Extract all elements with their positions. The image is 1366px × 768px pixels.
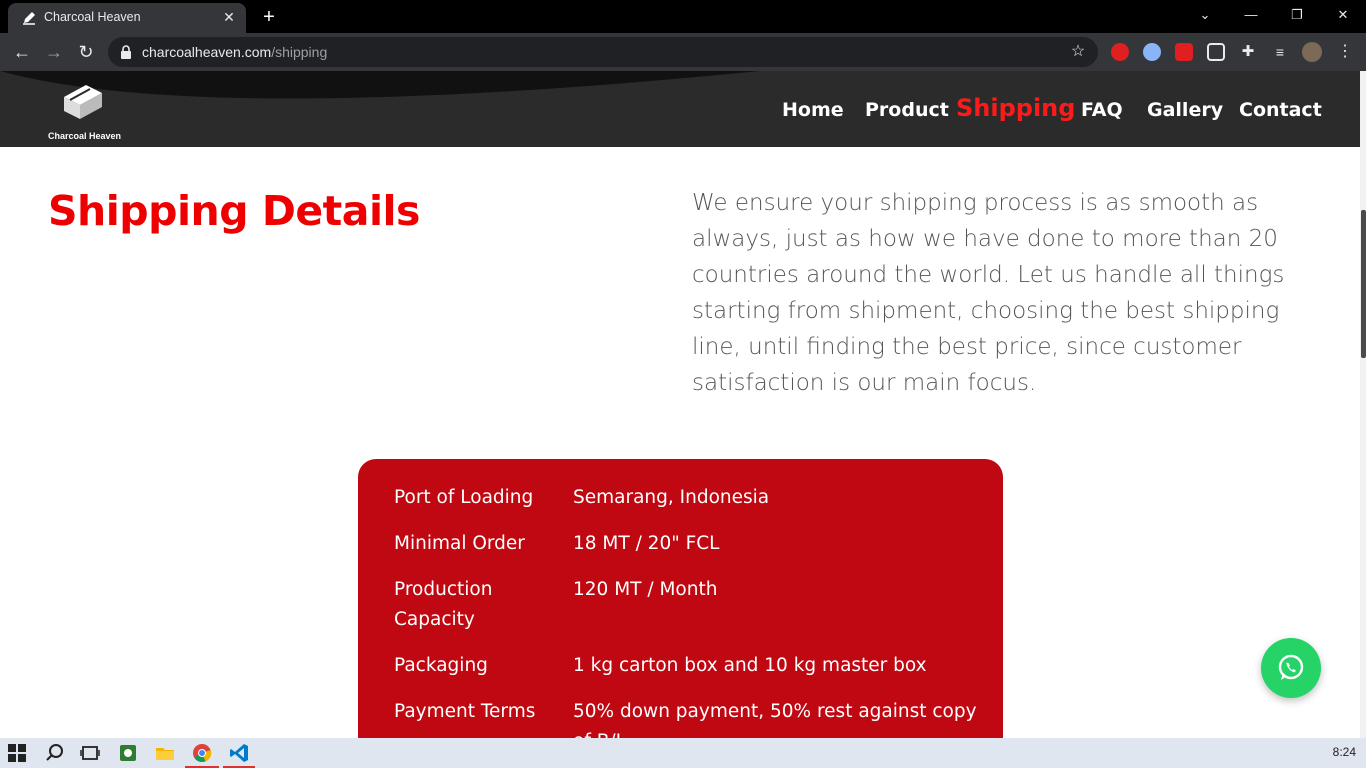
scrollbar-thumb[interactable]: [1361, 210, 1366, 358]
extensions-puzzle-icon[interactable]: ✚: [1239, 43, 1257, 61]
vscode-icon[interactable]: [228, 742, 250, 764]
address-bar[interactable]: charcoalheaven.com/shipping ☆: [108, 37, 1098, 67]
nav-shipping[interactable]: Shipping: [956, 94, 1075, 122]
extension-forward-icon[interactable]: [1175, 43, 1193, 61]
tab-search-icon[interactable]: ⌄: [1182, 0, 1228, 30]
chrome-icon[interactable]: [191, 742, 213, 764]
url-path: /shipping: [271, 44, 328, 60]
pen-favicon-icon: [23, 12, 35, 25]
extension-circle-icon[interactable]: [1143, 43, 1161, 61]
windows-taskbar: 8:24: [0, 738, 1366, 768]
url-host: charcoalheaven.com: [142, 44, 272, 60]
nav-faq[interactable]: FAQ: [1081, 99, 1123, 121]
site-header: Charcoal Heaven Home Product Shipping FA…: [0, 71, 1360, 147]
detail-key: Production Capacity: [394, 579, 493, 630]
detail-key: Payment Terms: [394, 701, 536, 722]
page-content: Shipping Details We ensure your shipping…: [0, 147, 1360, 738]
forward-button[interactable]: →: [42, 40, 66, 64]
logo-text: Charcoal Heaven: [48, 131, 122, 141]
page-scrollbar[interactable]: [1360, 71, 1366, 738]
detail-value: 120 MT / Month: [573, 579, 718, 600]
detail-value: 50% down payment, 50% rest against copy …: [573, 701, 977, 738]
detail-value: Semarang, Indonesia: [573, 487, 770, 508]
bookmark-star-icon[interactable]: ☆: [1068, 42, 1088, 62]
extension-window-icon[interactable]: [1207, 43, 1225, 61]
media-control-icon[interactable]: ≡: [1271, 43, 1289, 61]
shipping-details-card: Port of Loading Semarang, Indonesia Mini…: [358, 459, 1003, 738]
minimize-button[interactable]: —: [1228, 0, 1274, 30]
new-tab-button[interactable]: +: [258, 6, 280, 28]
detail-key: Minimal Order: [394, 533, 525, 554]
task-view-icon[interactable]: [79, 742, 101, 764]
detail-value: 18 MT / 20" FCL: [573, 533, 720, 554]
detail-key: Port of Loading: [394, 487, 534, 508]
app-green-icon[interactable]: [117, 742, 139, 764]
restore-button[interactable]: ❐: [1274, 0, 1320, 30]
back-button[interactable]: ←: [10, 40, 34, 64]
tab-title: Charcoal Heaven: [44, 10, 141, 24]
whatsapp-chat-button[interactable]: [1261, 638, 1321, 698]
detail-key: Packaging: [394, 655, 488, 676]
profile-avatar[interactable]: [1302, 42, 1322, 62]
nav-home[interactable]: Home: [782, 99, 844, 121]
close-window-button[interactable]: ✕: [1320, 0, 1366, 30]
page-title: Shipping Details: [48, 187, 420, 235]
shipping-intro-text: We ensure your shipping process is as sm…: [692, 190, 1285, 396]
lock-icon: [121, 45, 131, 59]
search-icon[interactable]: [44, 742, 66, 764]
taskbar-clock[interactable]: 8:24: [1333, 745, 1356, 759]
reload-button[interactable]: ↻: [74, 40, 98, 64]
file-explorer-icon[interactable]: [154, 742, 176, 764]
nav-product[interactable]: Product: [865, 99, 949, 121]
whatsapp-icon: [1278, 654, 1304, 680]
windows-start-icon[interactable]: [8, 744, 26, 762]
browser-tab-strip: Charcoal Heaven ✕ + ⌄ — ❐ ✕: [0, 0, 1366, 33]
browser-menu-icon[interactable]: ⋮: [1336, 43, 1354, 61]
site-logo[interactable]: Charcoal Heaven: [44, 81, 124, 141]
extension-stop-icon[interactable]: [1111, 43, 1129, 61]
nav-contact[interactable]: Contact: [1239, 99, 1322, 121]
detail-value: 1 kg carton box and 10 kg master box: [573, 655, 927, 676]
browser-toolbar: ← → ↻ charcoalheaven.com/shipping ☆ ✚ ≡ …: [0, 33, 1366, 71]
tab-close-icon[interactable]: ✕: [220, 8, 238, 26]
nav-gallery[interactable]: Gallery: [1147, 99, 1223, 121]
url-text: charcoalheaven.com/shipping: [142, 44, 327, 60]
charcoal-cube-logo-icon: [64, 85, 102, 119]
browser-tab[interactable]: Charcoal Heaven ✕: [8, 3, 246, 33]
